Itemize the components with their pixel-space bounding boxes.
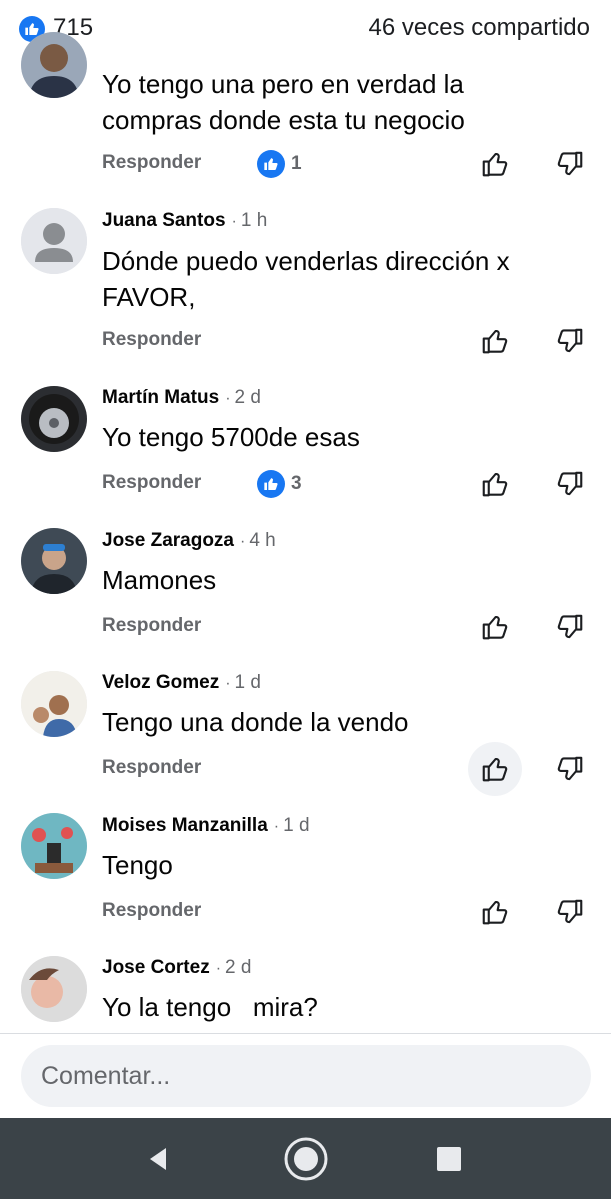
- comment-header: Jose Cortez · 2 d: [102, 957, 252, 978]
- comment-time: 1 d: [234, 672, 261, 693]
- comment-text: Tengo una donde la vendo: [102, 707, 409, 737]
- back-button[interactable]: [131, 1132, 185, 1186]
- system-navigation-bar: [0, 1118, 611, 1199]
- thumbs-up-icon: [482, 757, 508, 782]
- thumbs-down-icon: [557, 328, 583, 353]
- home-circle-icon: [284, 1137, 328, 1181]
- thumbs-up-icon: [482, 152, 508, 177]
- home-button[interactable]: [279, 1132, 333, 1186]
- comment-time: 1 d: [283, 815, 310, 836]
- comment-text: Yo la tengo mira?: [102, 992, 318, 1022]
- reply-button[interactable]: Responder: [102, 472, 201, 494]
- author-name[interactable]: Jose Cortez: [102, 957, 210, 978]
- downvote-button[interactable]: [543, 457, 597, 511]
- comment-time: 2 d: [234, 387, 261, 408]
- like-reaction-icon: [257, 470, 285, 498]
- thumbs-up-icon: [482, 329, 508, 354]
- comment-header: Jose Zaragoza · 4 h: [102, 530, 276, 551]
- comment-time: 2 d: [225, 957, 252, 978]
- author-name[interactable]: Martín Matus: [102, 387, 219, 408]
- thumbs-up-icon: [482, 615, 508, 640]
- flowers-avatar[interactable]: [21, 813, 87, 879]
- comment-header: Juana Santos · 1 h: [102, 210, 268, 231]
- downvote-button[interactable]: [543, 137, 597, 191]
- comment-header: Moises Manzanilla · 1 d: [102, 815, 310, 836]
- thumbs-down-icon: [557, 756, 583, 781]
- divider: [0, 1033, 611, 1034]
- upvote-button[interactable]: [468, 600, 522, 654]
- thumbs-up-icon: [482, 472, 508, 497]
- recents-square-icon: [437, 1147, 461, 1171]
- author-name[interactable]: Juana Santos: [102, 210, 226, 231]
- upvote-button[interactable]: [468, 314, 522, 368]
- comment-header: Veloz Gomez · 1 d: [102, 672, 261, 693]
- default-person-avatar[interactable]: [21, 208, 87, 274]
- upvote-button[interactable]: [468, 457, 522, 511]
- reactions-summary-bar: 715 46 veces compartido: [0, 0, 611, 58]
- comment-time: 4 h: [249, 530, 276, 551]
- thumbs-down-icon: [557, 899, 583, 924]
- upvote-button[interactable]: [468, 137, 522, 191]
- comment-reaction[interactable]: 3: [257, 470, 302, 498]
- man-cap-avatar[interactable]: [21, 528, 87, 594]
- author-name[interactable]: Moises Manzanilla: [102, 815, 268, 836]
- comment-reaction[interactable]: 1: [257, 150, 302, 178]
- back-triangle-icon: [150, 1148, 166, 1170]
- reply-button[interactable]: Responder: [102, 329, 201, 351]
- comment-time: 1 h: [240, 210, 268, 231]
- comment-text: Yo tengo 5700de esas: [102, 422, 360, 452]
- thumbs-down-icon: [557, 614, 583, 639]
- downvote-button[interactable]: [543, 742, 597, 796]
- author-name[interactable]: Veloz Gomez: [102, 672, 219, 693]
- author-name[interactable]: Jose Zaragoza: [102, 530, 234, 551]
- upvote-button[interactable]: [468, 885, 522, 939]
- wheel-avatar[interactable]: [21, 386, 87, 452]
- downvote-button[interactable]: [543, 600, 597, 654]
- comment-input[interactable]: Comentar...: [21, 1045, 591, 1107]
- comment-text: Yo tengo una pero en verdad la compras d…: [102, 69, 465, 135]
- reaction-count: 3: [291, 473, 302, 494]
- thumbs-down-icon: [557, 471, 583, 496]
- recents-button[interactable]: [422, 1132, 476, 1186]
- child-avatar[interactable]: [21, 956, 87, 1022]
- comment-text: Mamones: [102, 565, 217, 595]
- reply-button[interactable]: Responder: [102, 900, 201, 922]
- like-reaction-icon: [257, 150, 285, 178]
- upvote-button[interactable]: [468, 742, 522, 796]
- thumbs-down-icon: [557, 151, 583, 176]
- reply-button[interactable]: Responder: [102, 152, 201, 174]
- comment-text: Tengo: [102, 850, 173, 880]
- family-photo-avatar[interactable]: [21, 671, 87, 737]
- downvote-button[interactable]: [543, 885, 597, 939]
- reply-button[interactable]: Responder: [102, 615, 201, 637]
- man-portrait-avatar[interactable]: [21, 32, 87, 98]
- comment-text: Dónde puedo venderlas dirección x FAVOR,: [102, 246, 510, 312]
- thumbs-up-icon: [482, 900, 508, 925]
- comment-input-placeholder: Comentar...: [41, 1061, 171, 1090]
- downvote-button[interactable]: [543, 314, 597, 368]
- comment-header: Martín Matus · 2 d: [102, 387, 261, 408]
- reaction-count: 1: [291, 153, 302, 174]
- shares-count[interactable]: 46 veces compartido: [369, 14, 590, 42]
- reply-button[interactable]: Responder: [102, 757, 201, 779]
